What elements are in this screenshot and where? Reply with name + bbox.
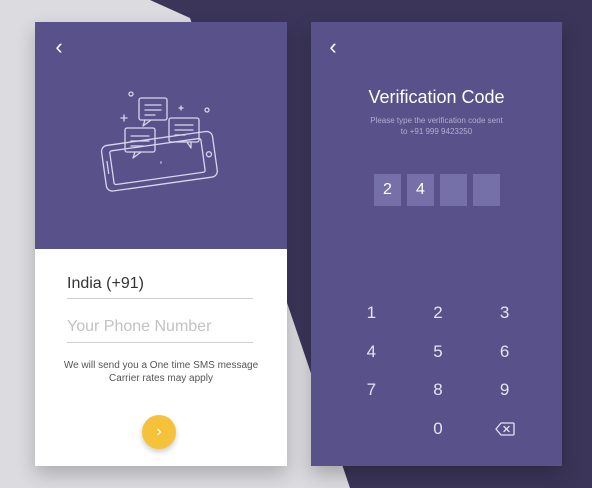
code-digit-box[interactable] xyxy=(473,174,500,206)
code-digit-box[interactable] xyxy=(440,174,467,206)
sms-info-text: We will send you a One time SMS message … xyxy=(45,359,277,385)
back-button[interactable]: ‹ xyxy=(49,36,69,58)
key-2[interactable]: 2 xyxy=(405,294,472,333)
key-3[interactable]: 3 xyxy=(471,294,538,333)
numeric-keypad: 1 2 3 4 5 6 7 8 9 0 xyxy=(338,294,538,448)
carrier-rates-line: Carrier rates may apply xyxy=(109,373,213,384)
verification-card: ‹ Verification Code Please type the veri… xyxy=(311,22,562,466)
phone-number-line: to +91 999 9423250 xyxy=(400,127,473,136)
key-0[interactable]: 0 xyxy=(405,410,472,449)
backspace-button[interactable] xyxy=(471,410,538,449)
key-7[interactable]: 7 xyxy=(338,371,405,410)
sms-info-line: We will send you a One time SMS message xyxy=(63,360,259,371)
key-6[interactable]: 6 xyxy=(471,333,538,372)
phone-underline xyxy=(67,342,253,343)
key-4[interactable]: 4 xyxy=(338,333,405,372)
phone-entry-card: ‹ India (+91) Your Phone Number We will … xyxy=(35,22,287,466)
key-5[interactable]: 5 xyxy=(405,333,472,372)
back-button[interactable]: ‹ xyxy=(323,36,343,58)
key-8[interactable]: 8 xyxy=(405,371,472,410)
chevron-left-icon: ‹ xyxy=(329,34,337,59)
chevron-left-icon: ‹ xyxy=(55,34,63,59)
code-input-group: 2 4 xyxy=(374,174,500,206)
phone-number-input[interactable] xyxy=(67,314,253,340)
backspace-icon xyxy=(495,422,515,436)
phone-chat-bubbles-icon xyxy=(100,91,218,192)
next-button[interactable]: › xyxy=(142,415,176,449)
code-digit-box[interactable]: 4 xyxy=(407,174,434,206)
country-underline xyxy=(67,298,253,299)
page-title: Verification Code xyxy=(368,87,505,107)
code-digit-box[interactable]: 2 xyxy=(374,174,401,206)
key-9[interactable]: 9 xyxy=(471,371,538,410)
chevron-right-icon: › xyxy=(156,423,162,440)
key-empty xyxy=(338,410,405,449)
key-1[interactable]: 1 xyxy=(338,294,405,333)
phone-entry-header: ‹ xyxy=(35,22,287,249)
instruction-line: Please type the verification code sent xyxy=(370,116,503,125)
country-selector[interactable]: India (+91) xyxy=(67,274,253,298)
verification-instructions: Please type the verification code sent t… xyxy=(341,115,532,137)
